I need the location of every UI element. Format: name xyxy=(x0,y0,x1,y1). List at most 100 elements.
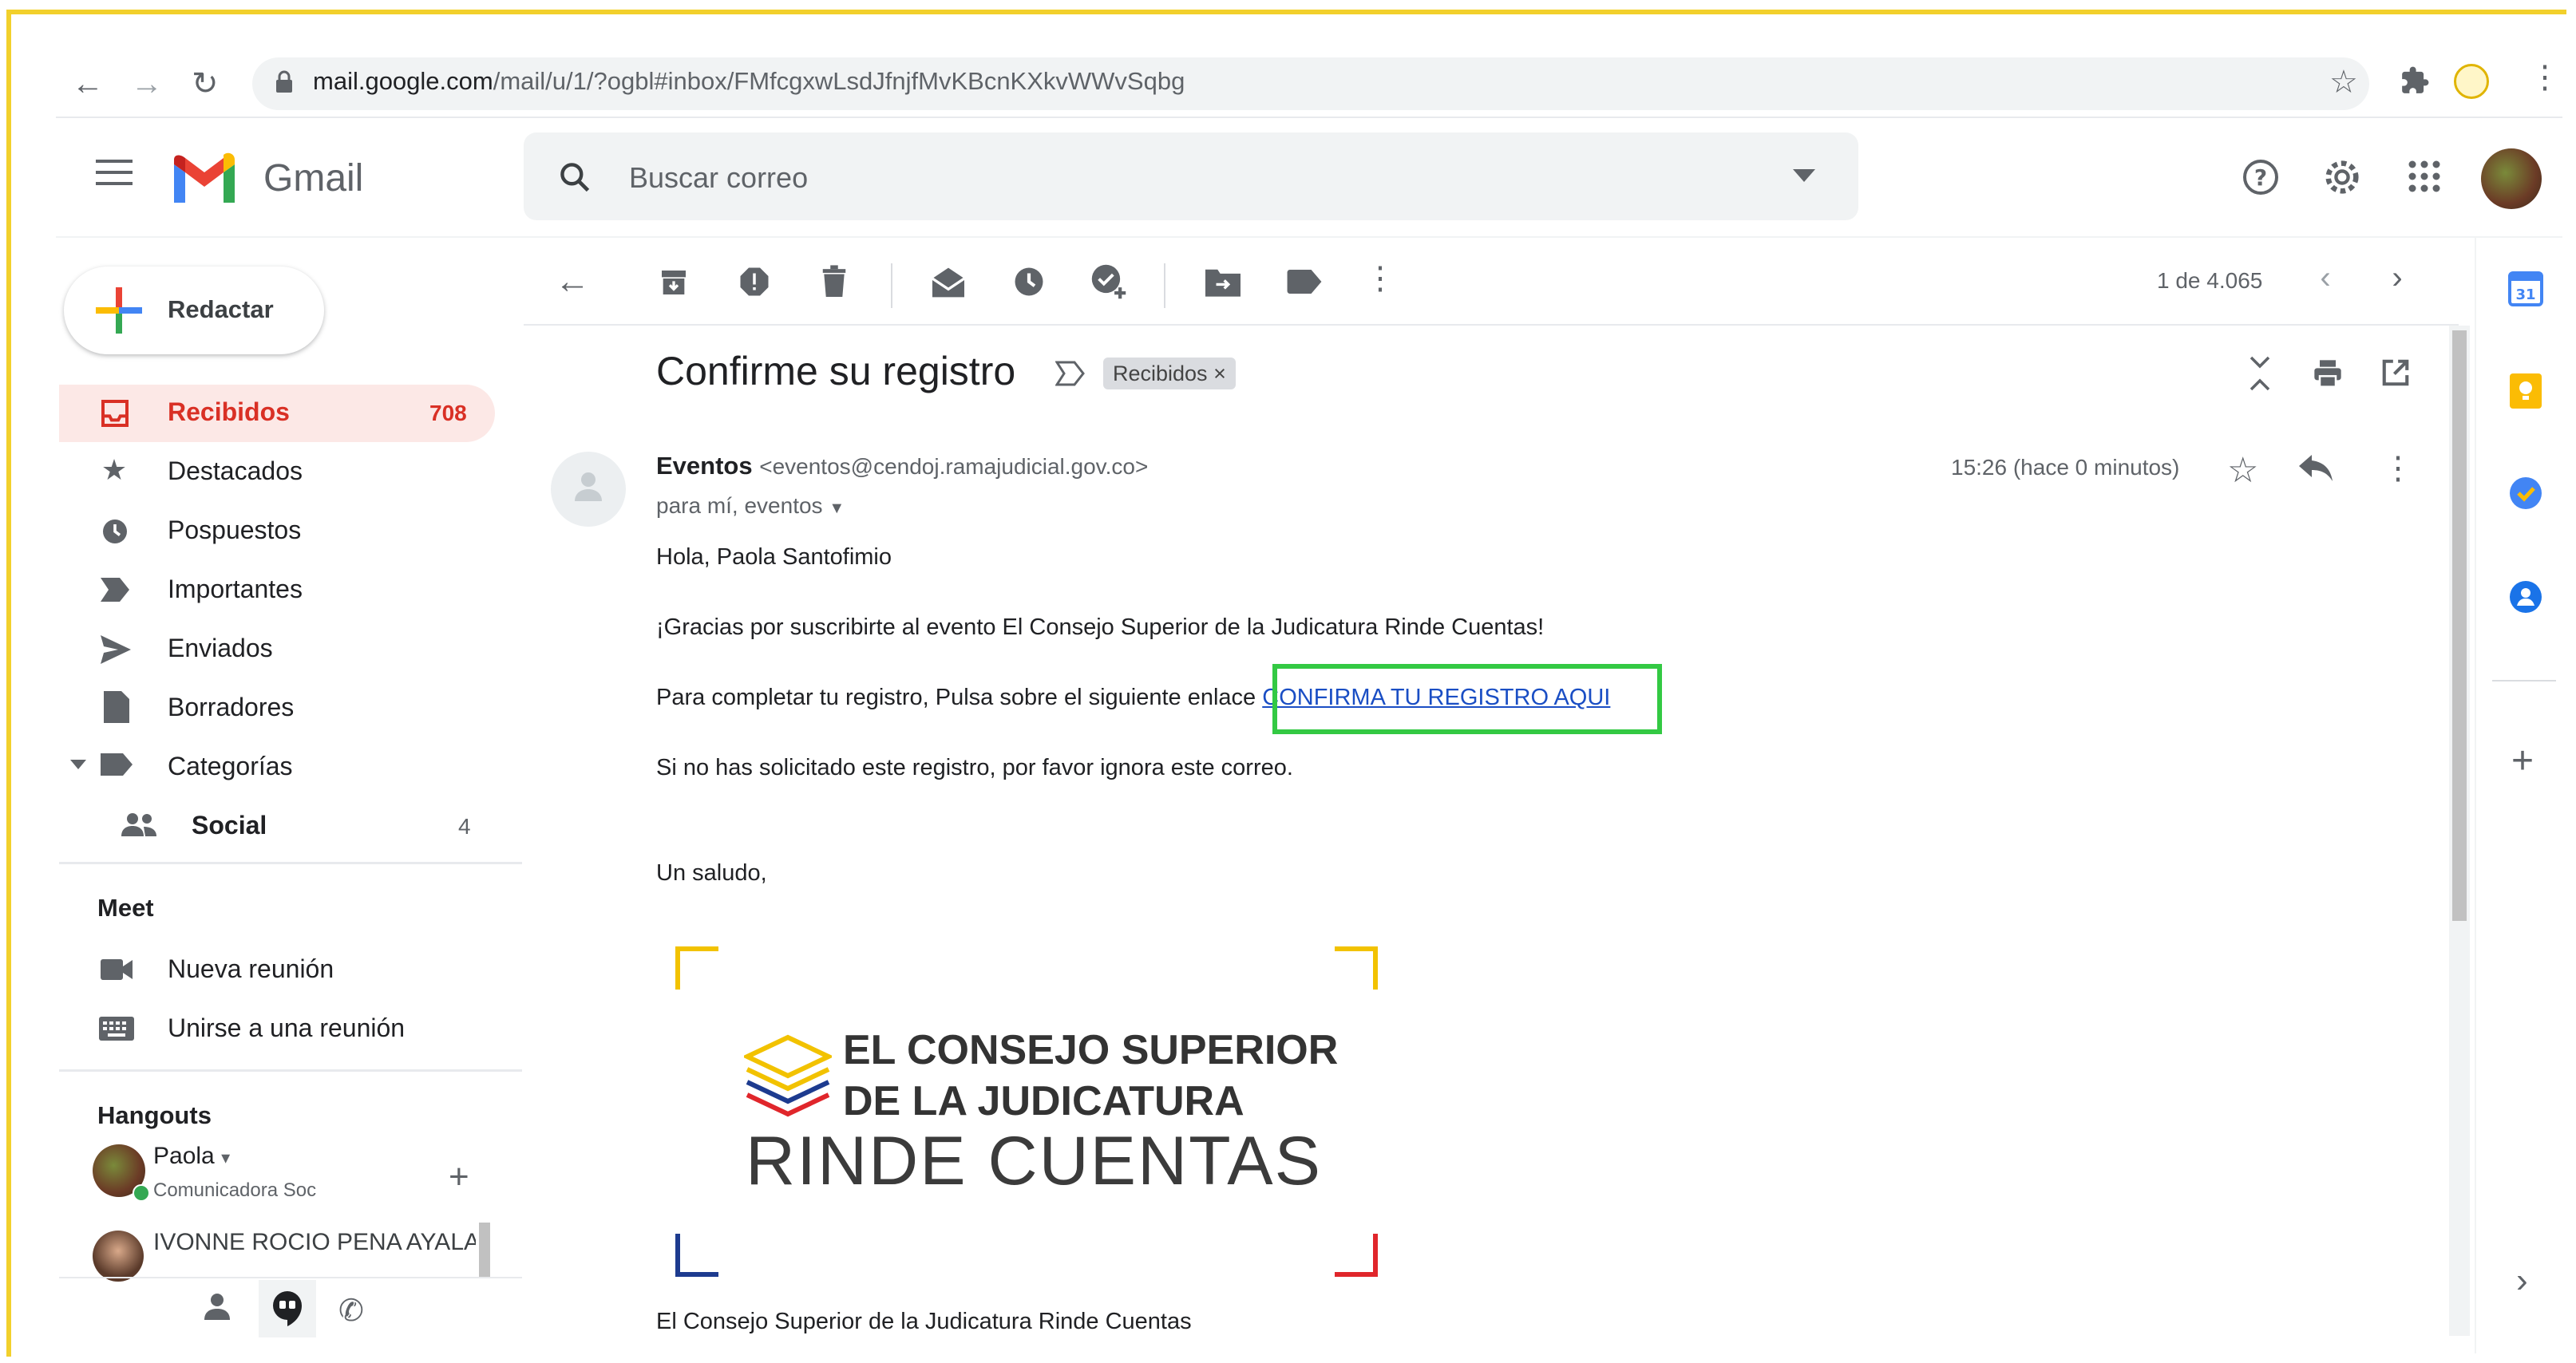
newer-chevron-icon[interactable]: ‹ xyxy=(2305,260,2345,296)
hangouts-bottom-divider xyxy=(59,1277,522,1278)
search-input[interactable]: Buscar correo xyxy=(629,161,808,195)
back-to-inbox-icon[interactable]: ← xyxy=(552,262,592,302)
tasks-icon[interactable] xyxy=(2508,476,2543,511)
calendar-icon[interactable]: 31 xyxy=(2508,271,2543,306)
important-icon xyxy=(101,578,129,602)
bookmark-star-icon[interactable]: ☆ xyxy=(2329,64,2358,101)
sidebar-item-snoozed[interactable]: Pospuestos xyxy=(168,516,301,545)
draft-icon xyxy=(104,691,129,723)
mark-unread-icon[interactable] xyxy=(931,267,966,298)
person-icon[interactable] xyxy=(204,1293,230,1320)
logo-corner-top-left xyxy=(675,946,718,990)
url-path: /mail/u/1/?ogbl#inbox/FMfcgxwLsdJfnjfMvK… xyxy=(493,67,1185,95)
open-new-window-icon[interactable] xyxy=(2380,358,2411,388)
phone-icon[interactable]: ✆ xyxy=(338,1293,364,1329)
hangouts-scrollbar[interactable] xyxy=(479,1223,490,1277)
show-side-panel-chevron-icon[interactable]: › xyxy=(2516,1261,2528,1301)
logo-corner-top-right xyxy=(1335,946,1378,990)
print-icon[interactable] xyxy=(2312,358,2344,389)
message-scrollbar-thumb[interactable] xyxy=(2452,330,2467,921)
new-conversation-icon[interactable]: + xyxy=(449,1157,469,1197)
meet-new-meeting[interactable]: Nueva reunión xyxy=(168,954,334,984)
contact-name-text: Paola xyxy=(153,1143,215,1169)
video-camera-icon xyxy=(101,959,133,980)
logo-line-1: EL CONSEJO SUPERIOR xyxy=(843,1027,1339,1073)
show-details-caret-icon[interactable]: ▼ xyxy=(829,500,845,517)
logo-line-2: DE LA JUDICATURA xyxy=(843,1078,1244,1124)
sidebar-item-starred[interactable]: Destacados xyxy=(168,456,303,486)
report-spam-icon[interactable] xyxy=(738,265,771,298)
send-icon xyxy=(101,635,131,664)
browser-separator xyxy=(56,117,2562,118)
collapse-all-icon[interactable] xyxy=(2248,356,2272,391)
search-icon[interactable] xyxy=(557,160,592,195)
profile-extension-icon[interactable] xyxy=(2454,64,2489,99)
header-separator xyxy=(56,236,2562,238)
contact-name[interactable]: Paola ▾ xyxy=(153,1143,230,1170)
social-count: 4 xyxy=(458,814,471,839)
star-message-icon[interactable]: ☆ xyxy=(2227,450,2258,491)
people-icon xyxy=(121,812,156,836)
sender-name[interactable]: Eventos xyxy=(656,452,753,480)
importance-marker-icon[interactable] xyxy=(1055,361,1086,386)
extensions-icon[interactable] xyxy=(2400,65,2430,96)
more-options-icon[interactable]: ⋮ xyxy=(1360,260,1400,297)
online-status-icon xyxy=(133,1184,150,1202)
email-greeting: Hola, Paola Santofimio xyxy=(656,544,892,570)
recipients-line[interactable]: para mí, eventos ▼ xyxy=(656,493,845,519)
status-caret-icon[interactable]: ▾ xyxy=(221,1148,230,1167)
contact-avatar-2[interactable] xyxy=(93,1231,144,1282)
account-avatar[interactable] xyxy=(2481,148,2542,209)
inbox-unread-count: 708 xyxy=(429,401,467,425)
judicatura-logo-icon xyxy=(744,1034,832,1122)
sidebar-item-social[interactable]: Social xyxy=(192,811,267,840)
archive-icon[interactable] xyxy=(658,267,690,298)
url-text[interactable]: mail.google.com/mail/u/1/?ogbl#inbox/FMf… xyxy=(313,67,1185,96)
hangouts-section-title: Hangouts xyxy=(97,1101,212,1129)
move-to-icon[interactable] xyxy=(1205,267,1241,297)
sidebar-divider xyxy=(59,862,522,864)
contact-name-2[interactable]: IVONNE ROCIO PENA AYALA xyxy=(153,1229,476,1256)
hangouts-chat-icon xyxy=(271,1291,303,1326)
snooze-clock-icon[interactable] xyxy=(1012,265,1046,298)
toolbar-separator xyxy=(524,324,2459,326)
pagination-count: 1 de 4.065 xyxy=(2157,268,2263,293)
logo-corner-bottom-left xyxy=(675,1234,718,1277)
settings-gear-icon[interactable] xyxy=(2321,156,2363,198)
reload-button[interactable]: ↻ xyxy=(192,54,219,113)
email-subject: Confirme su registro xyxy=(656,349,1016,393)
older-chevron-icon[interactable]: › xyxy=(2377,260,2417,296)
expand-caret-icon[interactable] xyxy=(70,760,86,769)
svg-text:31: 31 xyxy=(2515,286,2535,303)
meet-join-meeting[interactable]: Unirse a una reunión xyxy=(168,1013,405,1043)
labels-icon[interactable] xyxy=(1287,270,1322,294)
reply-icon[interactable] xyxy=(2299,455,2334,482)
gmail-logo-icon[interactable] xyxy=(169,150,239,203)
toolbar-divider xyxy=(891,263,892,308)
back-button[interactable]: ← xyxy=(72,54,104,113)
sidebar-item-drafts[interactable]: Borradores xyxy=(168,693,294,722)
browser-menu-icon[interactable]: ⋮ xyxy=(2529,59,2561,96)
contacts-icon[interactable] xyxy=(2508,579,2543,614)
search-options-icon[interactable] xyxy=(1793,169,1815,182)
sidebar-item-categories[interactable]: Categorías xyxy=(168,752,293,781)
main-menu-icon[interactable] xyxy=(96,158,133,187)
forward-button[interactable]: → xyxy=(131,54,163,113)
message-more-icon[interactable]: ⋮ xyxy=(2382,450,2414,487)
email-footer: El Consejo Superior de la Judicatura Rin… xyxy=(656,1309,1192,1334)
get-addons-plus-icon[interactable]: + xyxy=(2511,739,2534,783)
help-icon[interactable]: ? xyxy=(2242,158,2280,196)
apps-grid-icon[interactable] xyxy=(2408,160,2441,193)
clock-icon xyxy=(101,517,129,546)
inbox-icon xyxy=(99,397,131,429)
sidebar-item-important[interactable]: Importantes xyxy=(168,575,303,604)
email-signoff: Un saludo, xyxy=(656,860,767,886)
label-chip-inbox[interactable]: Recibidos × xyxy=(1103,358,1236,389)
side-panel-separator xyxy=(2492,680,2556,682)
keep-icon[interactable] xyxy=(2510,373,2542,409)
sidebar-item-sent[interactable]: Enviados xyxy=(168,634,273,663)
add-to-tasks-icon[interactable] xyxy=(1090,263,1127,300)
remove-label-icon[interactable]: × xyxy=(1213,361,1226,385)
recipients-text: para mí, eventos xyxy=(656,493,823,518)
delete-trash-icon[interactable] xyxy=(819,265,849,298)
